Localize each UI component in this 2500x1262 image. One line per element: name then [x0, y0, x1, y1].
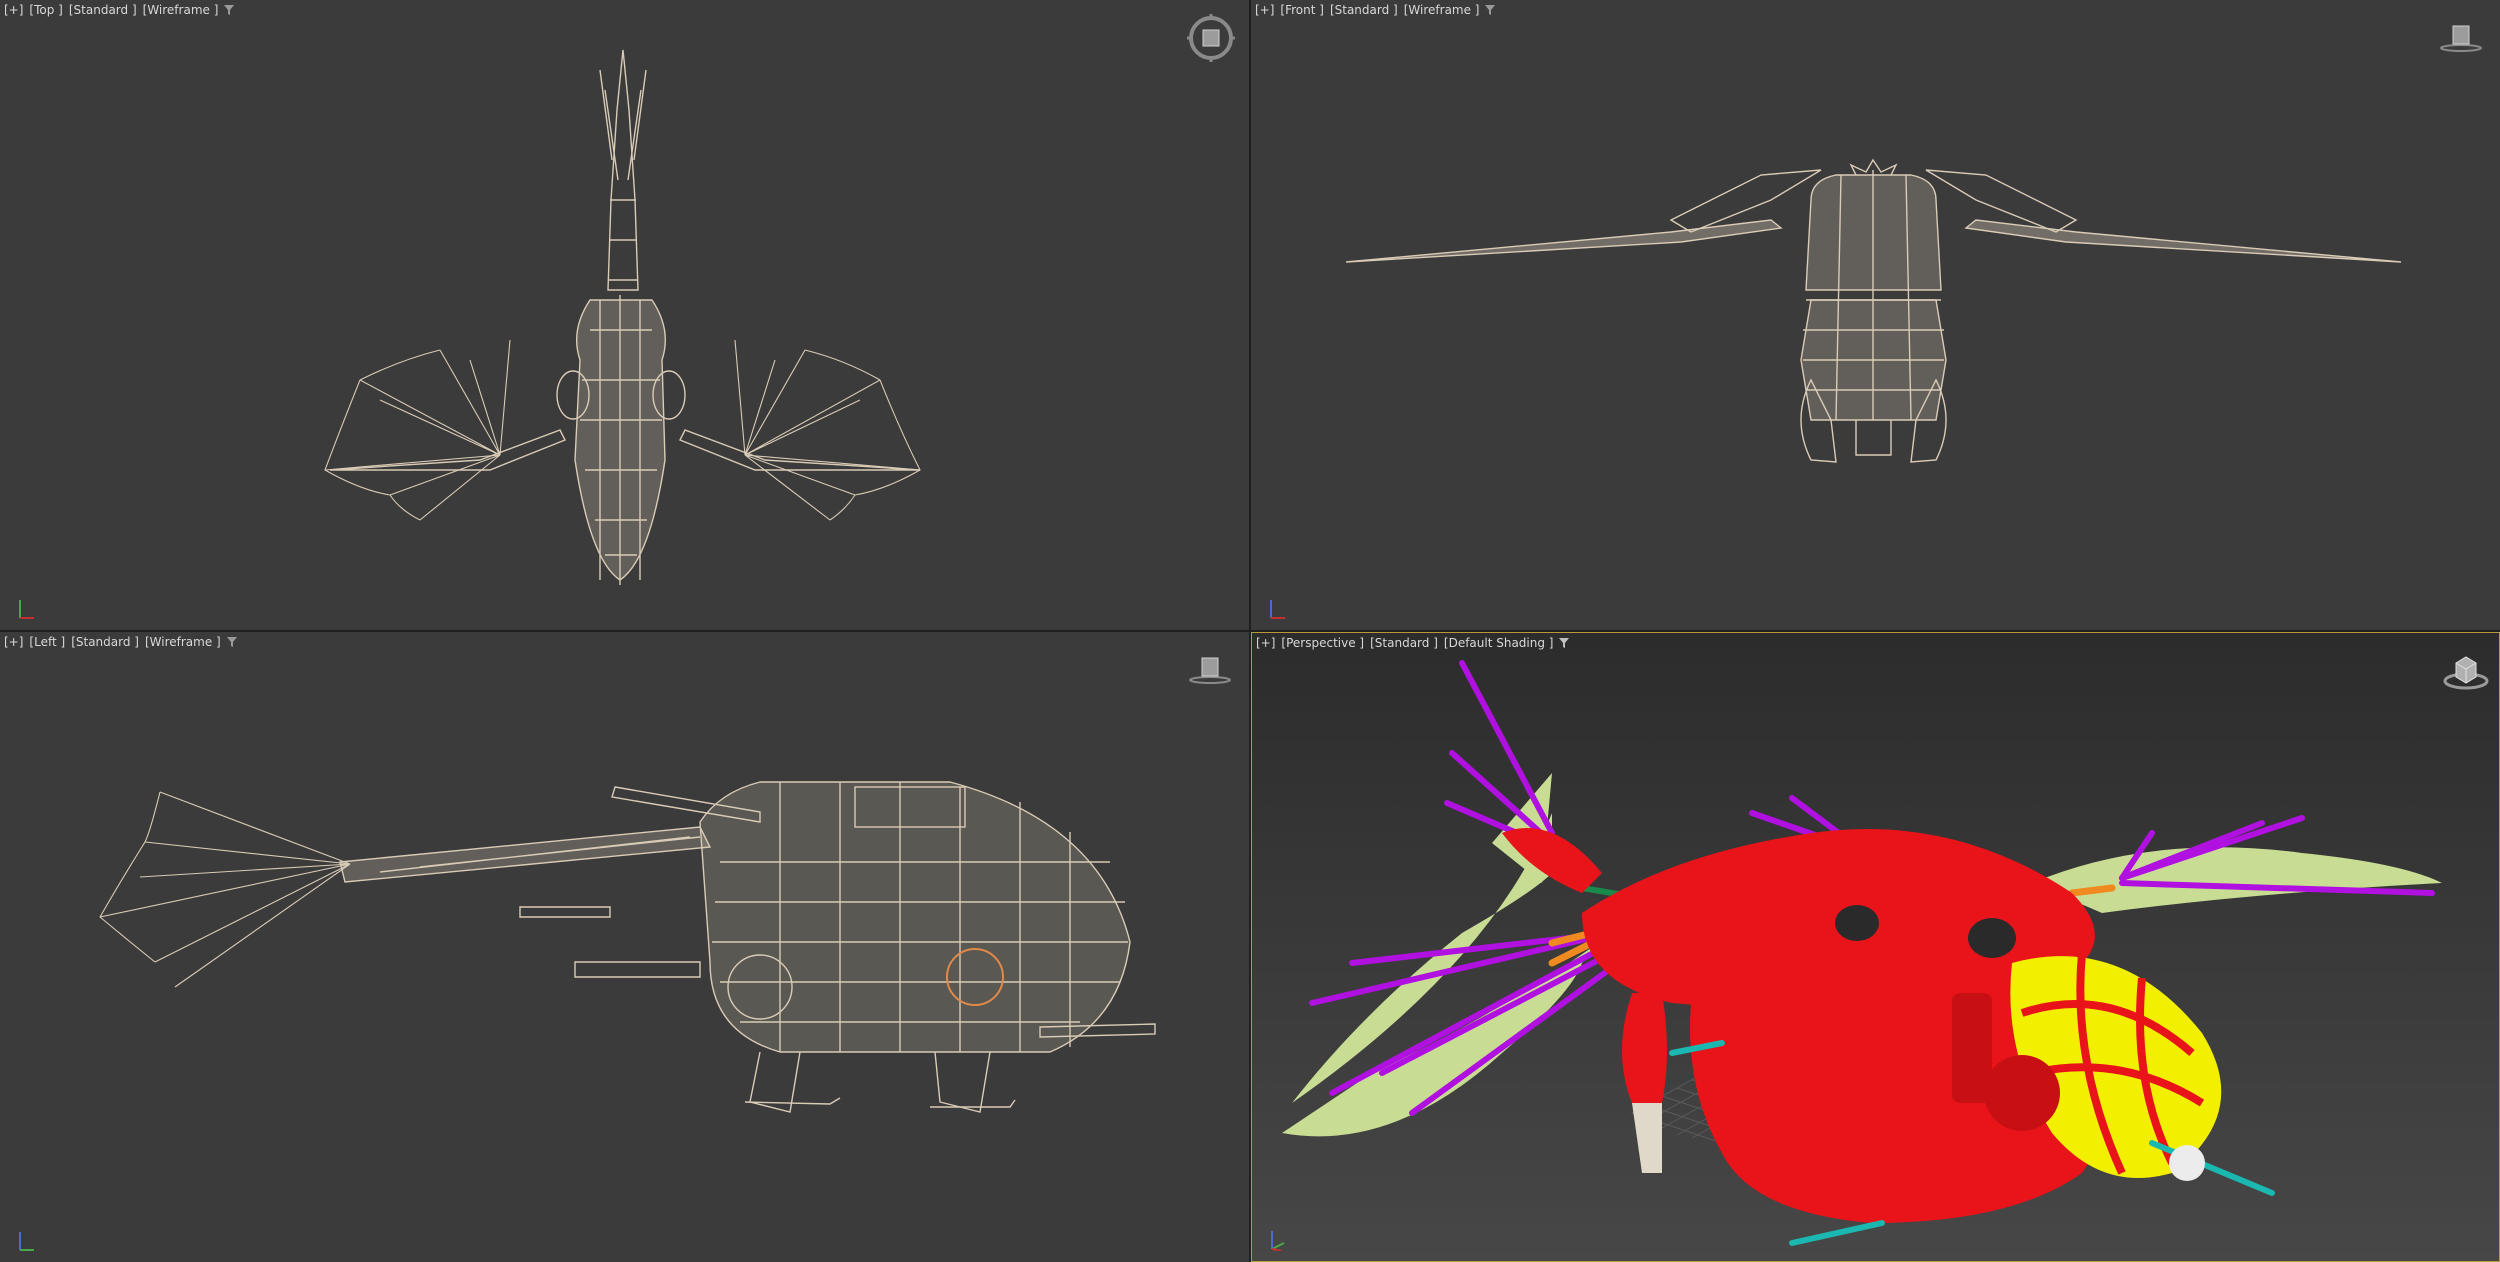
front-view-wireframe-model [1345, 158, 2402, 463]
perspective-view-shaded-model [1282, 660, 2442, 1246]
view-name-button[interactable]: [Front ] [1280, 3, 1324, 17]
axis-tripod-icon [19, 600, 34, 619]
viewport-perspective[interactable]: [+] [Perspective ] [Standard ] [Default … [1251, 632, 2500, 1262]
left-view-wireframe-model [99, 781, 1156, 1113]
shading-mode-button[interactable]: [Wireframe ] [1404, 3, 1480, 17]
viewport-menu-button[interactable]: [+] [1256, 636, 1275, 650]
viewport-label-front: [+] [Front ] [Standard ] [Wireframe ] [1255, 3, 1496, 17]
render-style-button[interactable]: [Standard ] [69, 3, 137, 17]
viewport-left[interactable]: [+] [Left ] [Standard ] [Wireframe ] [0, 632, 1249, 1262]
filter-icon[interactable] [226, 637, 237, 647]
viewcube-icon[interactable] [1188, 654, 1232, 684]
render-style-button[interactable]: [Standard ] [1370, 636, 1438, 650]
top-view-wireframe-model [324, 49, 921, 585]
shading-mode-button[interactable]: [Wireframe ] [145, 635, 221, 649]
view-name-button[interactable]: [Perspective ] [1281, 636, 1364, 650]
filter-icon[interactable] [1559, 638, 1570, 648]
filter-icon[interactable] [224, 5, 235, 15]
viewcube-icon[interactable] [2439, 22, 2483, 52]
axis-tripod-icon [1271, 1231, 1285, 1251]
view-name-button[interactable]: [Top ] [29, 3, 62, 17]
viewport-label-perspective: [+] [Perspective ] [Standard ] [Default … [1256, 636, 1570, 650]
viewport-label-top: [+] [Top ] [Standard ] [Wireframe ] [4, 3, 235, 17]
viewport-menu-button[interactable]: [+] [4, 3, 23, 17]
axis-tripod-icon [19, 1232, 34, 1251]
shading-mode-button[interactable]: [Default Shading ] [1444, 636, 1554, 650]
viewport-layout: [+] [Top ] [Standard ] [Wireframe ] [+] … [0, 0, 2500, 1262]
viewport-menu-button[interactable]: [+] [4, 635, 23, 649]
render-style-button[interactable]: [Standard ] [1330, 3, 1398, 17]
viewcube-icon[interactable] [2442, 651, 2490, 691]
viewport-divider-horizontal[interactable] [0, 630, 2500, 632]
viewport-front[interactable]: [+] [Front ] [Standard ] [Wireframe ] [1251, 0, 2500, 630]
axis-tripod-icon [1270, 600, 1285, 619]
filter-icon[interactable] [1485, 5, 1496, 15]
viewport-label-left: [+] [Left ] [Standard ] [Wireframe ] [4, 635, 237, 649]
viewcube-icon[interactable] [1187, 14, 1235, 62]
view-name-button[interactable]: [Left ] [29, 635, 65, 649]
shading-mode-button[interactable]: [Wireframe ] [143, 3, 219, 17]
viewport-menu-button[interactable]: [+] [1255, 3, 1274, 17]
viewport-top[interactable]: [+] [Top ] [Standard ] [Wireframe ] [0, 0, 1249, 630]
render-style-button[interactable]: [Standard ] [71, 635, 139, 649]
